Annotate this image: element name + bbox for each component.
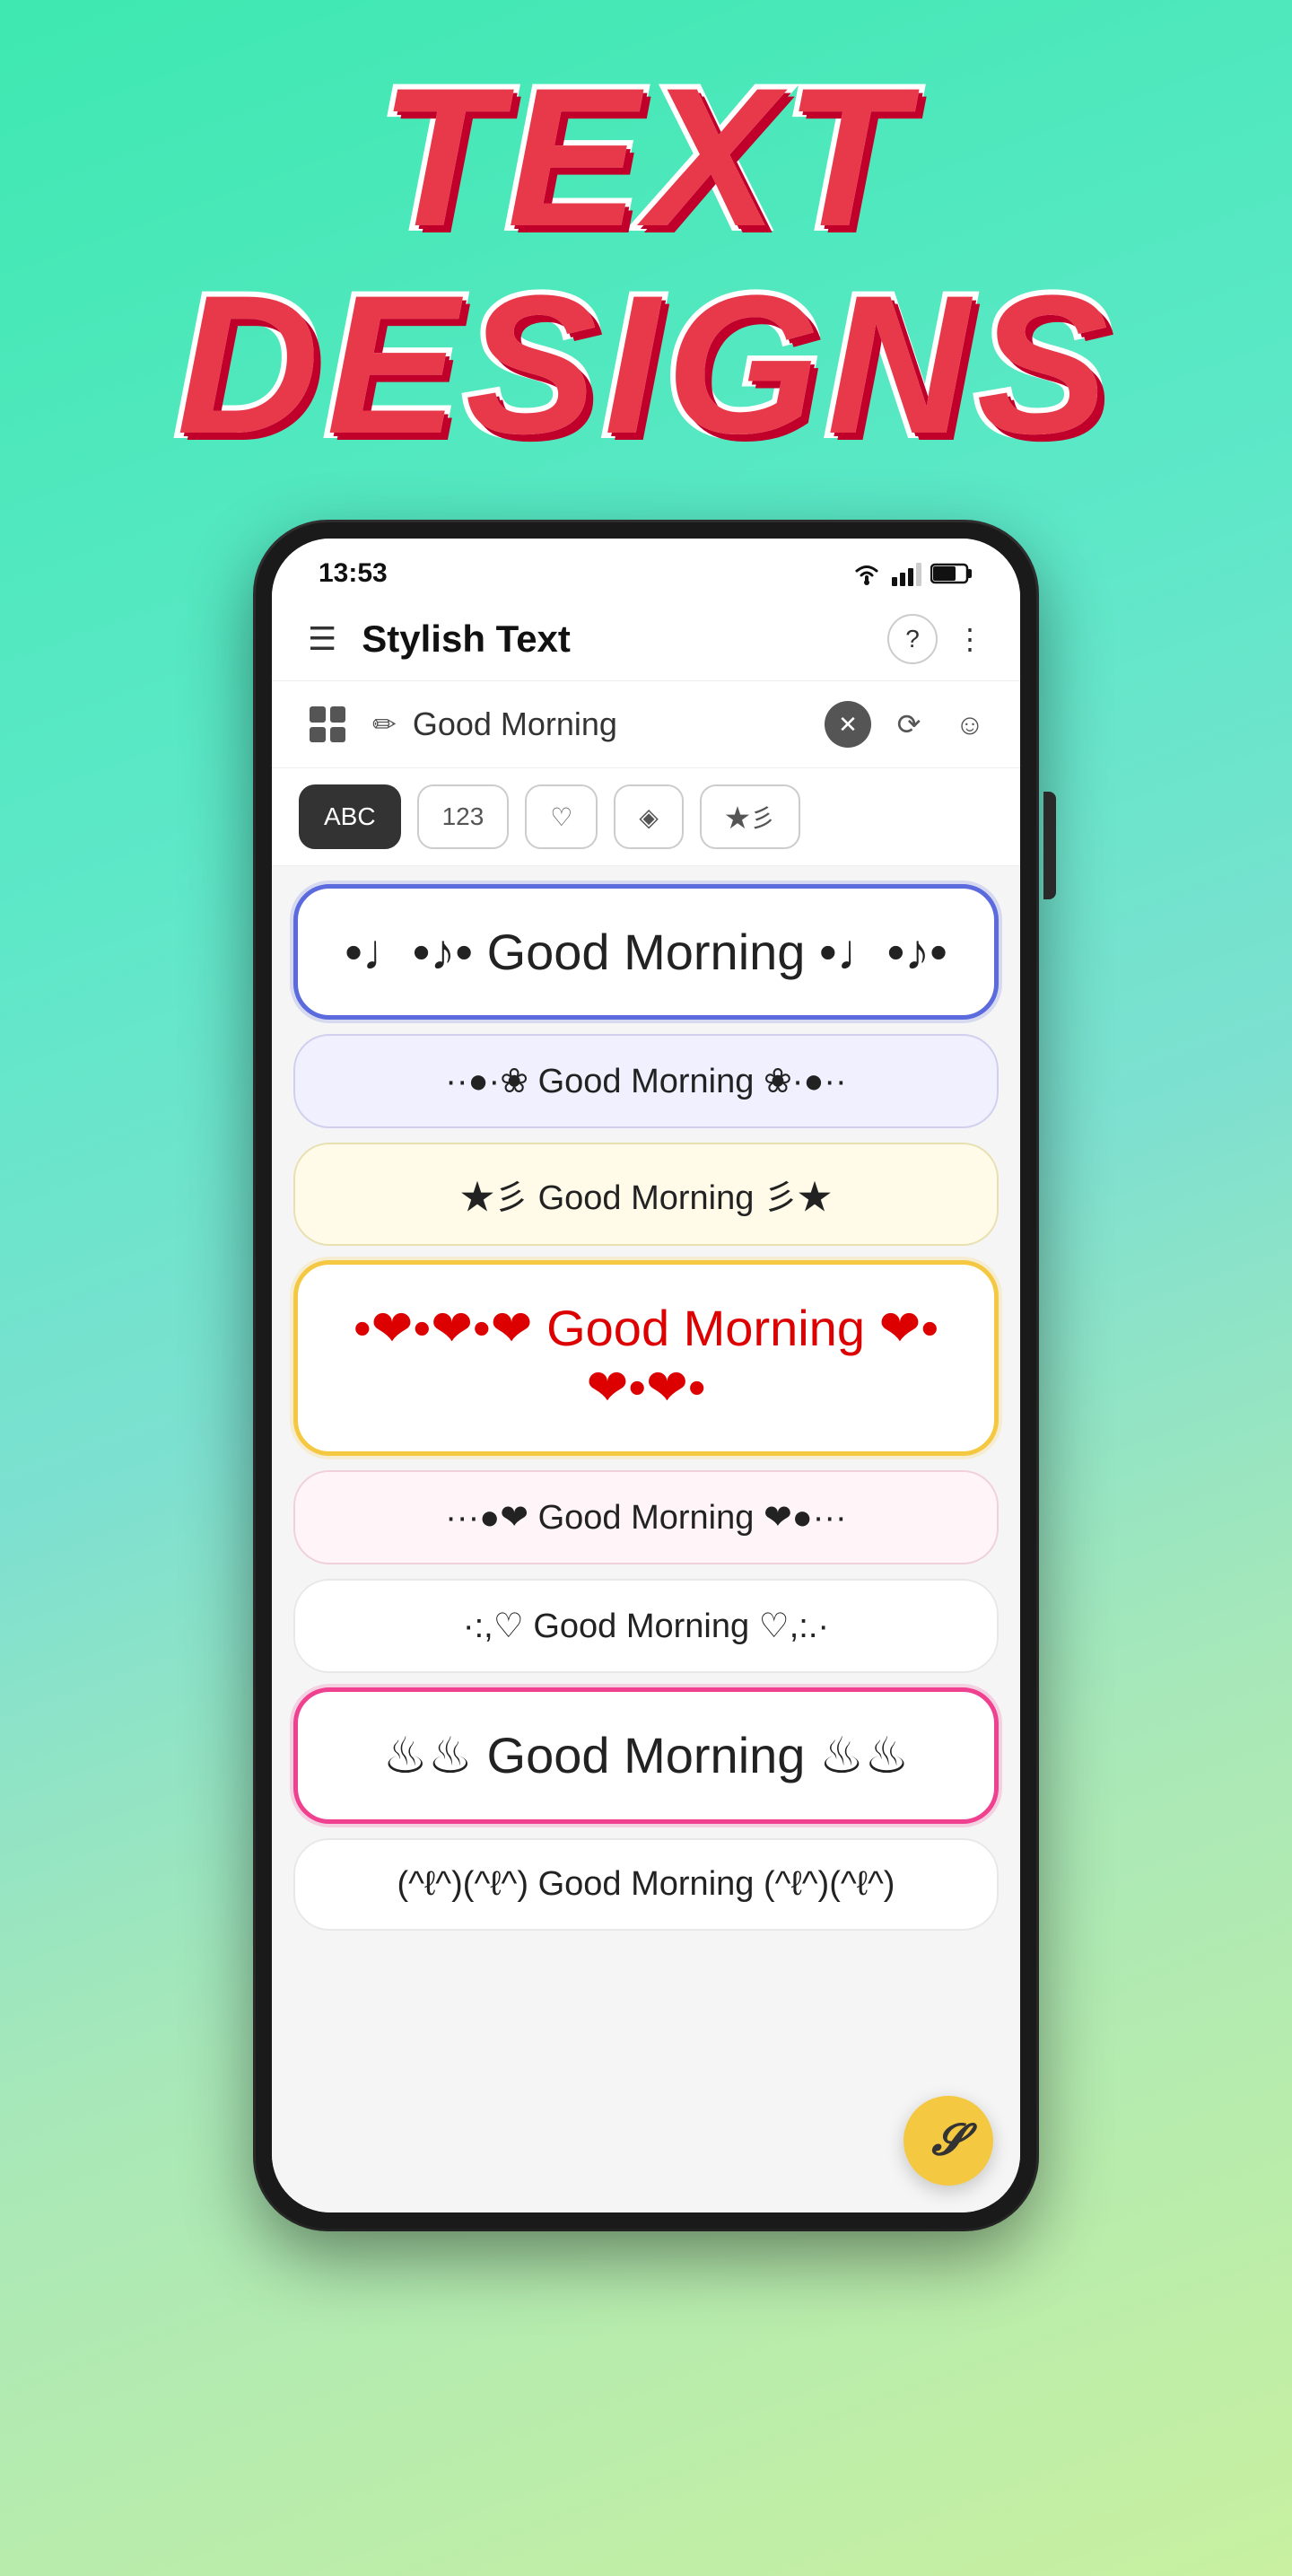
search-bar: ✏ Good Morning ✕ ⟳ ☺ [272, 681, 1020, 768]
fab-button[interactable]: 𝓢 [904, 2096, 993, 2186]
phone-wrapper: 13:53 [256, 522, 1036, 2229]
clear-button[interactable]: ✕ [825, 701, 871, 748]
text-content: ♨♨ Good Morning ♨♨ [383, 1727, 910, 1783]
list-item[interactable]: •❤•❤•❤ Good Morning ❤•❤•❤• [293, 1260, 999, 1456]
tab-shape[interactable]: ◈ [614, 784, 684, 849]
battery-icon: ⚡ [930, 562, 973, 585]
grid-icon [310, 706, 345, 742]
tab-abc-label: ABC [324, 802, 376, 831]
text-content: ·:,♡ Good Morning ♡,:.· [463, 1608, 829, 1645]
tab-star[interactable]: ★彡 [700, 784, 800, 849]
search-input[interactable]: Good Morning [413, 705, 808, 743]
wifi-icon [851, 561, 882, 586]
help-button[interactable]: ? [887, 614, 938, 664]
refresh-button[interactable]: ⟳ [886, 701, 932, 748]
tab-shape-label: ◈ [639, 802, 659, 832]
phone-inner: 13:53 [272, 539, 1020, 2212]
list-item[interactable]: (^ℓ^)(^ℓ^) Good Morning (^ℓ^)(^ℓ^) [293, 1838, 999, 1931]
text-content: (^ℓ^)(^ℓ^) Good Morning (^ℓ^)(^ℓ^) [397, 1865, 895, 1903]
status-bar: 13:53 [272, 539, 1020, 598]
phone-side-button [1043, 792, 1056, 899]
tab-123-label: 123 [442, 802, 484, 831]
tab-heart-label: ♡ [550, 802, 572, 832]
list-item[interactable]: ★彡 Good Morning 彡★ [293, 1143, 999, 1246]
list-item[interactable]: ··●·❀ Good Morning ❀·●·· [293, 1034, 999, 1128]
status-icons: ⚡ [851, 561, 973, 586]
header-actions: ? ⋮ [887, 614, 984, 664]
signal-icon [891, 561, 921, 586]
tab-star-label: ★彡 [725, 799, 775, 835]
fab-label: 𝓢 [931, 2116, 965, 2166]
list-item[interactable]: •♩•♪• Good Morning •♩•♪• [293, 884, 999, 1020]
emoji-button[interactable]: ☺ [947, 701, 993, 748]
filter-tabs: ABC 123 ♡ ◈ ★彡 [272, 768, 1020, 866]
phone-outer: 13:53 [256, 522, 1036, 2229]
text-content: ··●·❀ Good Morning ❀·●·· [445, 1063, 846, 1100]
more-options-button[interactable]: ⋮ [956, 622, 984, 656]
header-line1: TEXT [177, 54, 1115, 261]
text-content: •♩•♪• Good Morning •♩•♪• [345, 924, 947, 980]
search-actions: ✕ ⟳ ☺ [825, 701, 993, 748]
svg-text:⚡: ⚡ [972, 566, 973, 583]
hamburger-icon[interactable]: ☰ [308, 623, 336, 655]
tab-123[interactable]: 123 [417, 784, 510, 849]
text-list: •♩•♪• Good Morning •♩•♪• ··●·❀ Good Morn… [272, 866, 1020, 2212]
app-header: ☰ Stylish Text ? ⋮ [272, 598, 1020, 681]
list-item[interactable]: ···●❤ Good Morning ❤●··· [293, 1470, 999, 1564]
tab-heart[interactable]: ♡ [525, 784, 598, 849]
text-content: ···●❤ Good Morning ❤●··· [445, 1499, 846, 1537]
list-item[interactable]: ♨♨ Good Morning ♨♨ [293, 1687, 999, 1824]
list-item[interactable]: ·:,♡ Good Morning ♡,:.· [293, 1579, 999, 1673]
status-time: 13:53 [319, 558, 388, 589]
text-content: •❤•❤•❤ Good Morning ❤•❤•❤• [354, 1300, 938, 1415]
header-section: TEXT DESIGNS [177, 54, 1115, 469]
header-line2: DESIGNS [177, 261, 1115, 469]
text-content: ★彡 Good Morning 彡★ [460, 1179, 832, 1217]
pencil-button[interactable]: ✏ [372, 707, 397, 741]
app-title: Stylish Text [362, 618, 887, 661]
grid-view-button[interactable] [299, 696, 356, 753]
tab-abc[interactable]: ABC [299, 784, 401, 849]
